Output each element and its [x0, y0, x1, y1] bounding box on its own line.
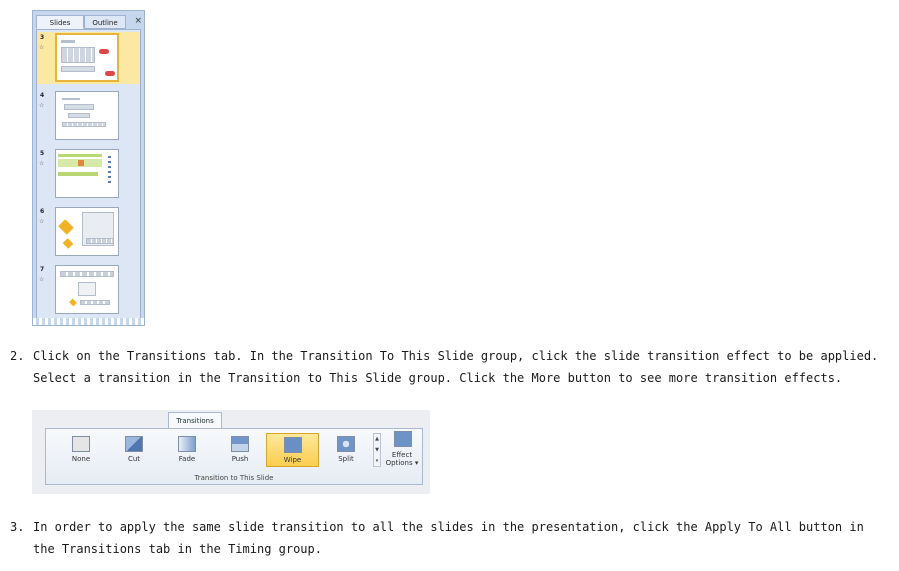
transition-label: None: [71, 455, 91, 463]
effect-options-icon: [394, 431, 412, 447]
slide-number: 4: [40, 92, 45, 99]
wipe-transition-icon: [284, 437, 302, 453]
transition-label: Push: [231, 455, 249, 463]
star-icon: ☆: [39, 44, 45, 51]
close-icon[interactable]: ×: [134, 15, 142, 27]
slide-item-3[interactable]: 3 ☆: [37, 32, 140, 84]
slide-item-7[interactable]: 7 ☆: [37, 264, 140, 316]
pane-tabs: Slides Outline: [36, 15, 140, 29]
transition-label: Wipe: [283, 456, 302, 464]
step-text: Click on the Transitions tab. In the Tra…: [33, 349, 879, 385]
slides-pane-screenshot: Slides Outline × 3 ☆ 4 ☆ 5 ☆ 6 ☆ 7 ☆: [32, 10, 145, 326]
slide-item-5[interactable]: 5 ☆: [37, 148, 140, 200]
transition-push-button[interactable]: Push: [217, 433, 263, 467]
scroll-up-icon[interactable]: ▲: [374, 434, 380, 445]
split-transition-icon: [337, 436, 355, 452]
slide-number: 5: [40, 150, 45, 157]
transition-split-button[interactable]: Split: [323, 433, 369, 467]
transition-none-button[interactable]: None: [58, 433, 104, 467]
transition-to-this-slide-group: None Cut Fade Push Wipe Split ▲ ▼ ▾ Effe…: [45, 428, 423, 485]
transition-label: Fade: [178, 455, 196, 463]
slide-item-4[interactable]: 4 ☆: [37, 90, 140, 142]
scroll-down-icon[interactable]: ▼: [374, 445, 380, 456]
transition-fade-button[interactable]: Fade: [164, 433, 210, 467]
ribbon-screenshot: Transitions None Cut Fade Push Wipe Spli…: [32, 410, 430, 494]
step-number: 3.: [10, 520, 25, 534]
cut-transition-icon: [125, 436, 143, 452]
slide-thumbnail: [55, 265, 119, 314]
star-icon: ☆: [39, 160, 45, 167]
group-label: Transition to This Slide: [194, 474, 274, 482]
step-text: In order to apply the same slide transit…: [33, 520, 864, 556]
tab-transitions[interactable]: Transitions: [168, 412, 222, 429]
tab-slides[interactable]: Slides: [36, 15, 84, 29]
slide-thumbnail: [55, 91, 119, 140]
gallery-scroll[interactable]: ▲ ▼ ▾: [373, 433, 381, 467]
tab-outline[interactable]: Outline: [84, 15, 126, 29]
star-icon: ☆: [39, 102, 45, 109]
slide-thumbnail: [55, 33, 119, 82]
transition-label: Split: [338, 455, 354, 463]
none-transition-icon: [72, 436, 90, 452]
slide-number: 6: [40, 208, 45, 215]
transition-cut-button[interactable]: Cut: [111, 433, 157, 467]
effect-options-label: Effect Options ▾: [385, 451, 419, 467]
effect-options-button[interactable]: Effect Options ▾: [384, 431, 420, 469]
slide-number: 7: [40, 266, 45, 273]
transition-label: Cut: [127, 455, 141, 463]
transition-wipe-button[interactable]: Wipe: [266, 433, 319, 467]
more-button[interactable]: ▾: [374, 456, 380, 467]
slide-thumbnail-list: 3 ☆ 4 ☆ 5 ☆ 6 ☆ 7 ☆: [36, 29, 141, 321]
slide-thumbnail: [55, 207, 119, 256]
step-number: 2.: [10, 349, 25, 363]
slide-thumbnail: [55, 149, 119, 198]
slide-item-6[interactable]: 6 ☆: [37, 206, 140, 258]
push-transition-icon: [231, 436, 249, 452]
slide-number: 3: [40, 34, 45, 41]
star-icon: ☆: [39, 276, 45, 283]
star-icon: ☆: [39, 218, 45, 225]
fade-transition-icon: [178, 436, 196, 452]
torn-edge: [33, 318, 144, 325]
